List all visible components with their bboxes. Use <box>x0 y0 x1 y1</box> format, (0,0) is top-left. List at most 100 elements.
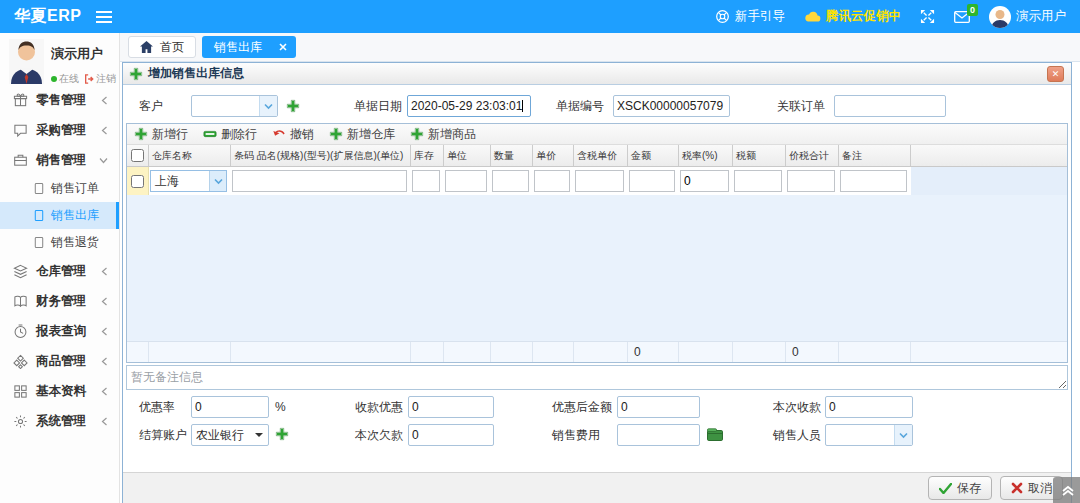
percent-suffix: % <box>275 396 286 418</box>
field-input[interactable]: 0 <box>191 396 269 418</box>
footer-cell: 0 <box>786 342 839 362</box>
tab-bar: 首页 销售出库 <box>120 33 1080 62</box>
row-checkbox[interactable] <box>131 175 144 188</box>
sidebar-subitem-2-2[interactable]: 销售退货 <box>0 229 119 256</box>
sidebar-item-1[interactable]: 采购管理 <box>0 115 119 145</box>
avatar <box>989 6 1011 28</box>
minus-icon <box>203 127 217 141</box>
app-logo: 华夏ERP <box>14 6 81 27</box>
column-header: 仓库名称 <box>149 145 231 166</box>
sidebar-user-card: 演示用户 在线 注销 <box>0 33 119 85</box>
grid-cell-input[interactable] <box>629 170 675 192</box>
tab-sales-outbound[interactable]: 销售出库 <box>202 36 296 58</box>
logout-icon[interactable] <box>84 74 94 84</box>
linked-order-input[interactable] <box>834 95 946 117</box>
add-account-button[interactable] <box>275 427 290 442</box>
toolbar-button-3[interactable]: 新增仓库 <box>329 126 395 143</box>
warehouse-combobox[interactable]: 上海 <box>150 170 227 192</box>
tab-home[interactable]: 首页 <box>128 36 196 58</box>
messages-icon[interactable]: 0 <box>954 11 970 23</box>
field-input[interactable]: 0 <box>408 396 494 418</box>
toolbar-button-0[interactable]: 新增行 <box>134 126 188 143</box>
add-customer-button[interactable] <box>286 99 301 114</box>
bill-date-input[interactable]: 2020-05-29 23:03:01 <box>407 95 531 117</box>
back-to-top-button[interactable] <box>1053 477 1080 503</box>
chevron-down-icon[interactable] <box>894 425 912 445</box>
sidebar-item-2[interactable]: 销售管理 <box>0 145 119 175</box>
select-all-checkbox[interactable] <box>131 149 144 162</box>
plus-icon <box>134 127 148 141</box>
field-input[interactable]: 0 <box>617 396 700 418</box>
layers-icon <box>13 264 28 279</box>
grid-toolbar: 新增行删除行撤销新增仓库新增商品 <box>127 124 1067 145</box>
grid-cell-input[interactable] <box>787 170 835 192</box>
grid-cell-input[interactable] <box>575 170 624 192</box>
chevron-left-icon <box>101 387 108 396</box>
grid-cell-input[interactable] <box>412 170 440 192</box>
goods-icon <box>13 354 28 369</box>
chevron-left-icon <box>101 297 108 306</box>
sidebar-item-0[interactable]: 零售管理 <box>0 85 119 115</box>
sidebar-subitem-label: 销售退货 <box>51 234 99 251</box>
sidebar-item-3[interactable]: 仓库管理 <box>0 256 119 286</box>
salesperson-combobox[interactable] <box>825 424 913 446</box>
money-icon[interactable] <box>707 428 723 441</box>
items-grid: 新增行删除行撤销新增仓库新增商品 仓库名称条码 品名(规格)(型号)(扩展信息)… <box>126 123 1068 363</box>
customer-combobox[interactable] <box>191 95 278 117</box>
document-icon <box>33 182 45 195</box>
menu-toggle-icon[interactable] <box>96 11 112 23</box>
sidebar-subitem-label: 销售出库 <box>51 207 99 224</box>
grid-cell-input[interactable] <box>734 170 782 192</box>
sidebar-item-label: 零售管理 <box>36 92 86 109</box>
sidebar-subitem-label: 销售订单 <box>51 180 99 197</box>
sidebar-item-4[interactable]: 财务管理 <box>0 286 119 316</box>
grid-cell-input[interactable] <box>534 170 570 192</box>
toolbar-button-4[interactable]: 新增商品 <box>410 126 476 143</box>
grid-cell-input[interactable] <box>232 170 407 192</box>
footer-cell <box>127 342 149 362</box>
guide-link[interactable]: 新手引导 <box>715 8 785 25</box>
sidebar-item-8[interactable]: 系统管理 <box>0 406 119 436</box>
guide-icon <box>715 9 730 24</box>
topbar: 华夏ERP 新手引导 腾讯云促销中 0 演示用户 <box>0 0 1080 33</box>
promo-link[interactable]: 腾讯云促销中 <box>804 8 901 25</box>
footer-cell: 0 <box>628 342 679 362</box>
footer-cell <box>533 342 574 362</box>
bill-number-input[interactable]: XSCK00000057079 <box>613 95 730 117</box>
field-input[interactable]: 0 <box>408 424 494 446</box>
column-header: 单价 <box>533 145 574 166</box>
column-header: 备注 <box>839 145 911 166</box>
chevron-down-icon[interactable] <box>259 96 277 116</box>
user-menu[interactable]: 演示用户 <box>989 6 1066 28</box>
sidebar-item-7[interactable]: 基本资料 <box>0 376 119 406</box>
check-icon <box>939 483 952 494</box>
home-icon <box>140 41 153 53</box>
fullscreen-icon[interactable] <box>920 9 935 24</box>
grid-cell-input[interactable] <box>840 170 907 192</box>
grid-cell-input[interactable] <box>492 170 529 192</box>
chevron-down-icon[interactable] <box>209 171 226 191</box>
close-tab-icon[interactable] <box>279 43 287 51</box>
account-select[interactable]: 农业银行 <box>191 424 269 446</box>
gift-icon <box>13 93 28 108</box>
grid-cell-input[interactable] <box>680 170 729 192</box>
grid-cell-input[interactable] <box>445 170 487 192</box>
toolbar-button-1[interactable]: 删除行 <box>203 126 257 143</box>
sidebar-subitem-2-1[interactable]: 销售出库 <box>0 202 119 229</box>
sidebar-item-5[interactable]: 报表查询 <box>0 316 119 346</box>
sidebar-item-label: 销售管理 <box>36 152 86 169</box>
field-input[interactable] <box>617 424 700 446</box>
sidebar-subitem-2-0[interactable]: 销售订单 <box>0 175 119 202</box>
clock-icon <box>13 324 28 339</box>
field-input[interactable]: 0 <box>825 396 913 418</box>
dialog-close-button[interactable]: ✕ <box>1047 66 1064 82</box>
undo-icon <box>272 127 286 141</box>
footer-cell <box>839 342 911 362</box>
online-dot-icon <box>51 76 57 82</box>
remark-textarea[interactable] <box>126 365 1068 390</box>
sidebar-item-6[interactable]: 商品管理 <box>0 346 119 376</box>
logout-label[interactable]: 注销 <box>96 72 116 86</box>
add-icon <box>129 67 143 81</box>
save-button[interactable]: 保存 <box>928 476 992 500</box>
toolbar-button-2[interactable]: 撤销 <box>272 126 314 143</box>
